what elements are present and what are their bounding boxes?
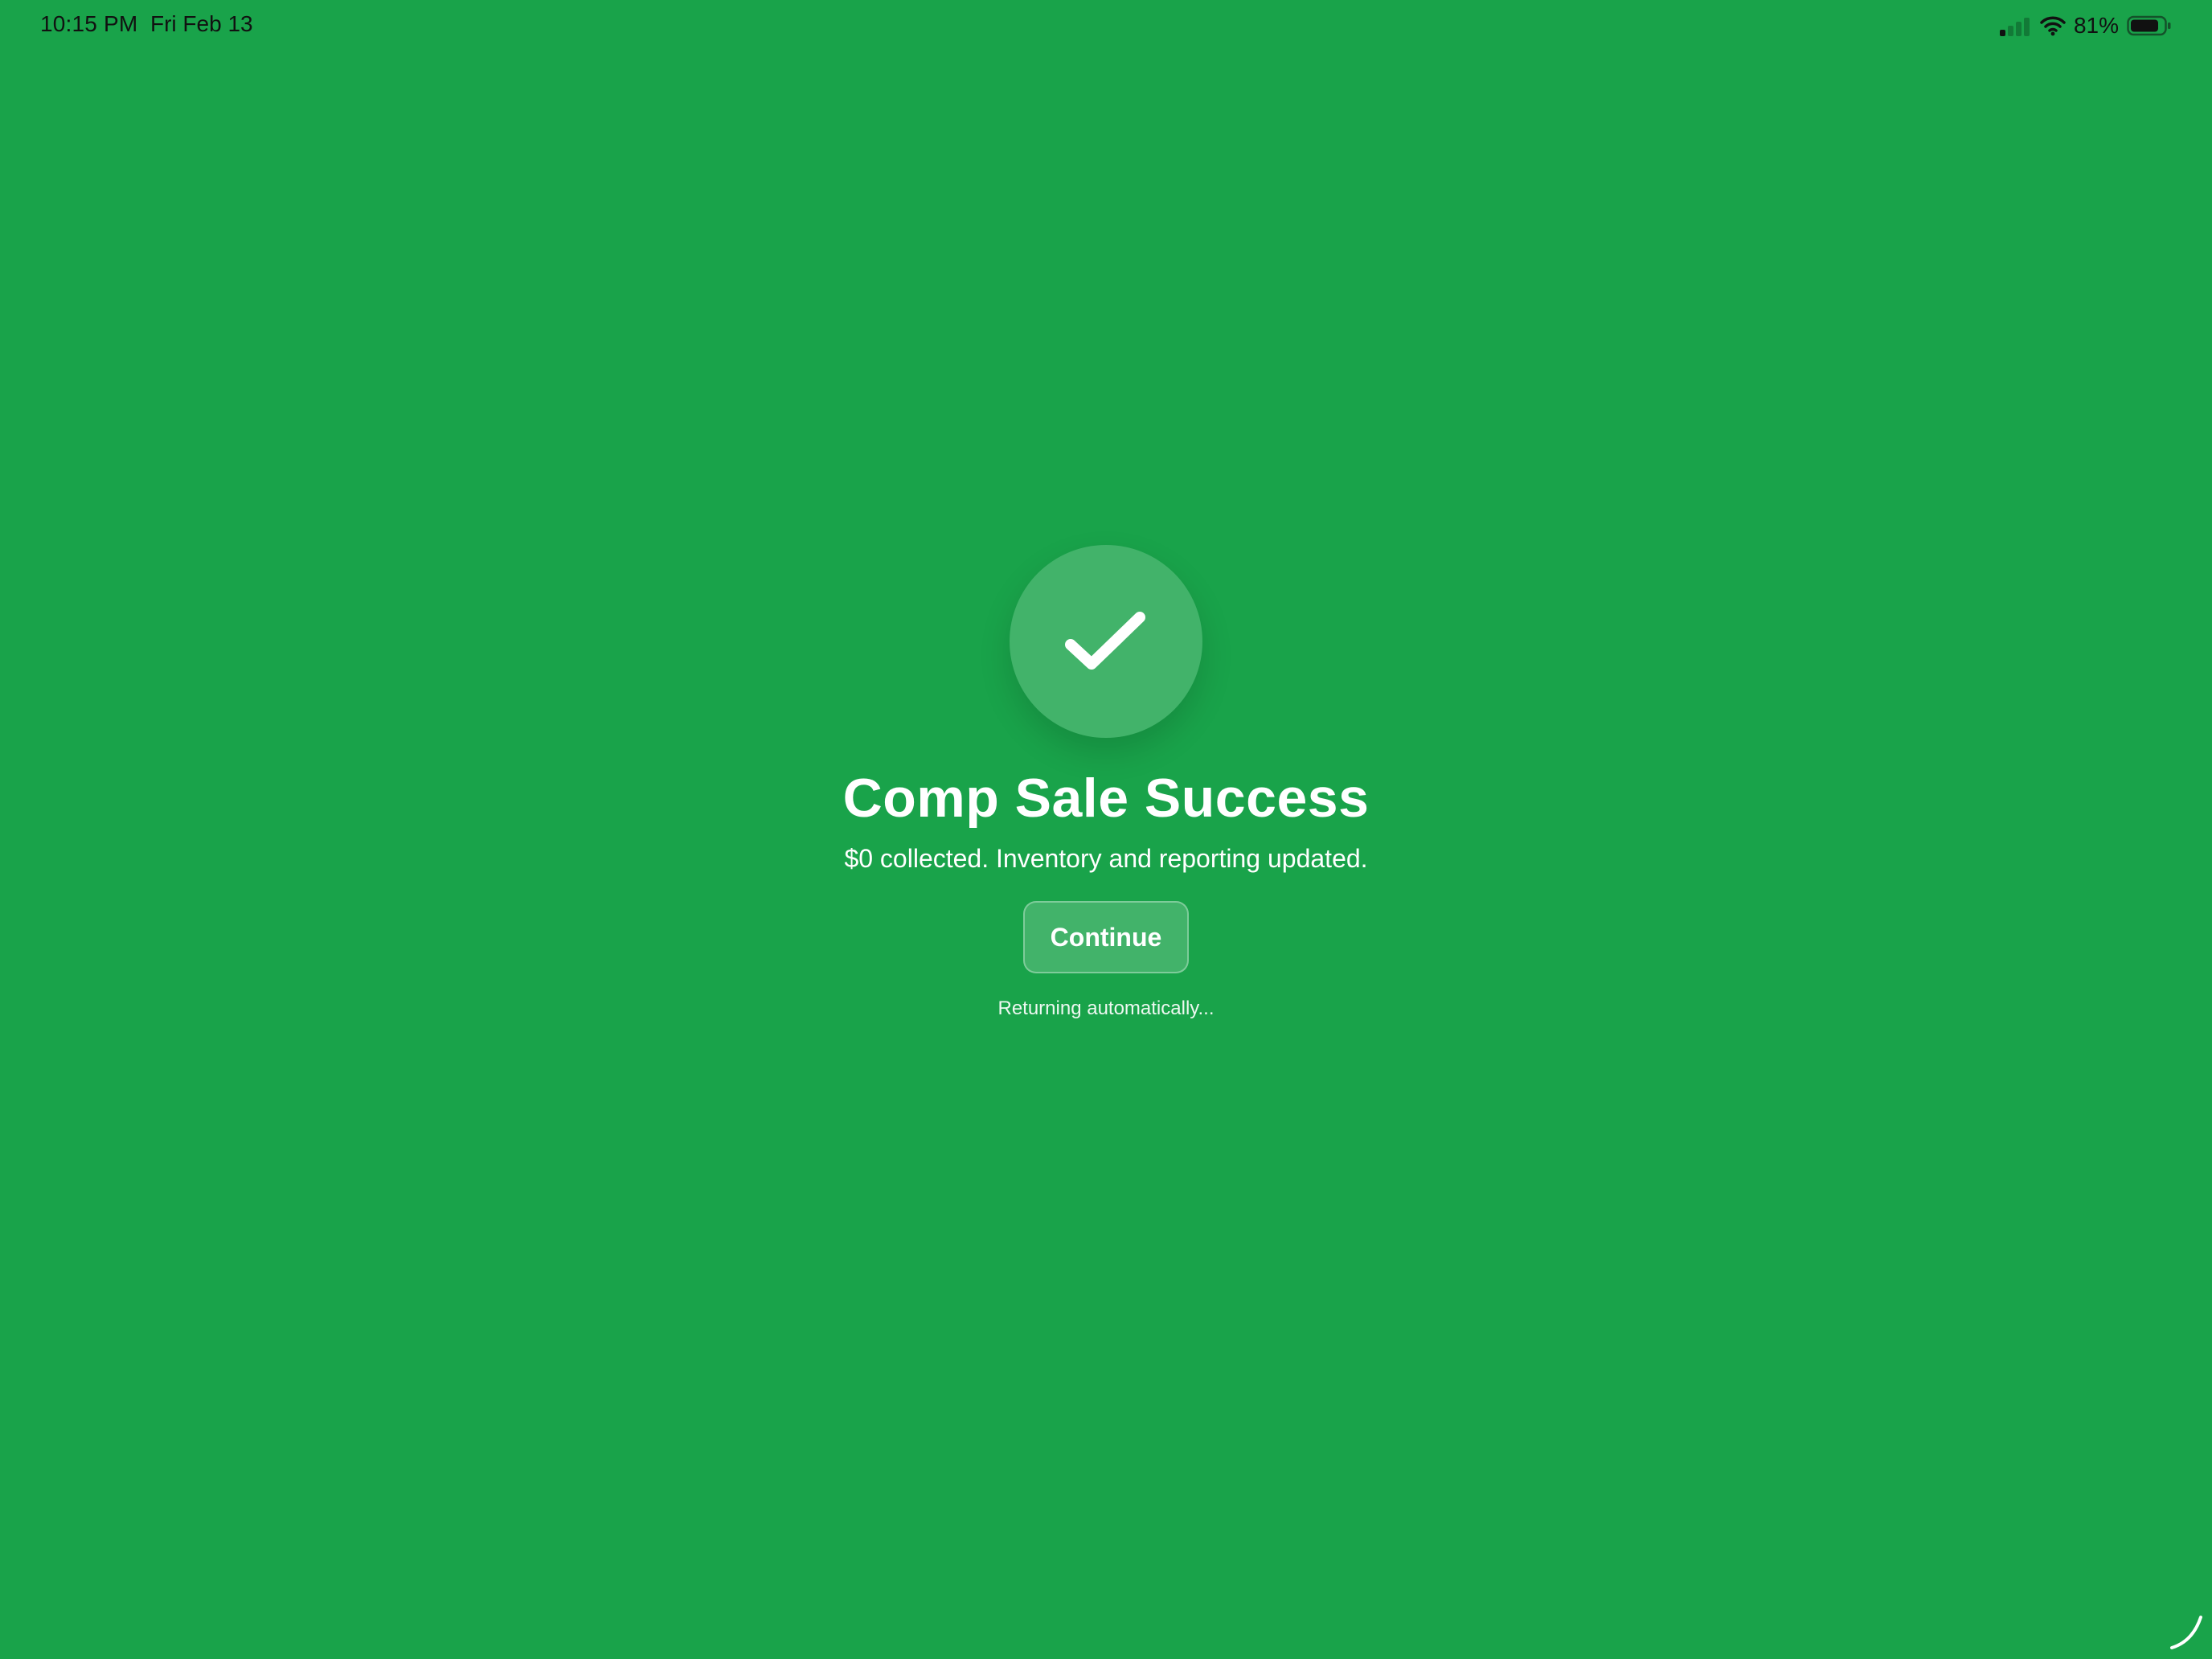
wifi-icon [2040, 16, 2066, 36]
success-badge [1010, 545, 1202, 738]
auto-return-notice: Returning automatically... [997, 997, 1215, 1020]
status-time: 10:15 PM [40, 11, 138, 36]
checkmark-icon [1065, 612, 1145, 670]
battery-percent: 81% [2073, 13, 2119, 38]
success-subtitle: $0 collected. Inventory and reporting up… [844, 843, 1368, 873]
signal-icon [1999, 15, 2032, 36]
continue-button[interactable]: Continue [1023, 901, 1189, 974]
status-indicators: 81% [1999, 11, 2172, 40]
status-bar: 10:15 PM Fri Feb 13 81% [0, 0, 2212, 51]
success-title: Comp Sale Success [842, 768, 1370, 829]
battery-icon [2127, 15, 2171, 36]
status-date: Fri Feb 13 [150, 11, 253, 36]
success-panel: Comp Sale Success $0 collected. Inventor… [0, 545, 2212, 1020]
success-screen: 10:15 PM Fri Feb 13 81% Comp Sale Succes… [0, 0, 2212, 1659]
corner-handle-icon[interactable] [2169, 1612, 2207, 1651]
